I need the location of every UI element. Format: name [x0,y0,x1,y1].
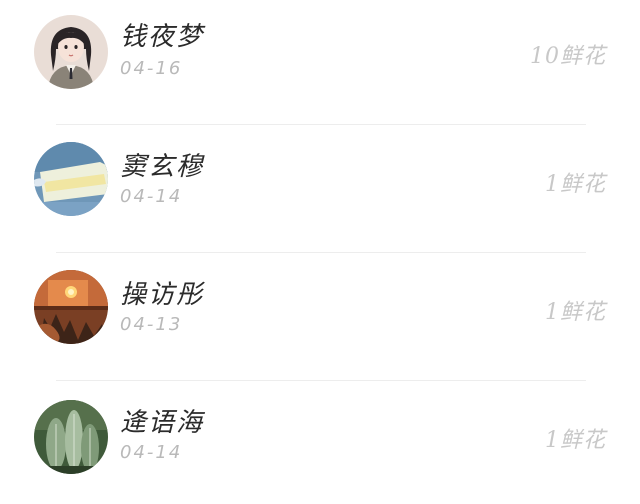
flower-count: 1鲜花 [545,428,606,453]
sender-name: 窦玄穆 [120,152,205,182]
gift-date: 04-13 [120,314,183,335]
list-item[interactable]: 窦玄穆 04-14 1鲜花 [0,128,640,248]
list-item[interactable]: 逄语海 04-14 1鲜花 [0,384,640,504]
gift-date: 04-16 [120,58,183,79]
girl-portrait-icon [34,15,108,89]
sender-name: 钱夜梦 [120,22,205,52]
sunset-window-icon [34,270,108,344]
cactus-avatar[interactable] [34,400,108,474]
blue-abstract-icon [34,142,108,216]
gift-date: 04-14 [120,442,183,463]
divider [56,124,586,125]
flower-count: 1鲜花 [545,300,606,325]
cactus-icon [34,400,108,474]
list-item[interactable]: 钱夜梦 04-16 10鲜花 [0,0,640,120]
flower-count: 10鲜花 [530,44,606,69]
flower-count: 1鲜花 [545,172,606,197]
blue-abstract-avatar[interactable] [34,142,108,216]
gift-date: 04-14 [120,186,183,207]
flower-gift-list: 钱夜梦 04-16 10鲜花 窦玄穆 04-14 1鲜花 操访彤 04-13 1… [0,0,640,504]
sender-name: 操访彤 [120,280,205,310]
sender-name: 逄语海 [120,408,205,438]
list-item[interactable]: 操访彤 04-13 1鲜花 [0,256,640,376]
sunset-window-avatar[interactable] [34,270,108,344]
divider [56,252,586,253]
girl-portrait-avatar[interactable] [34,15,108,89]
divider [56,380,586,381]
